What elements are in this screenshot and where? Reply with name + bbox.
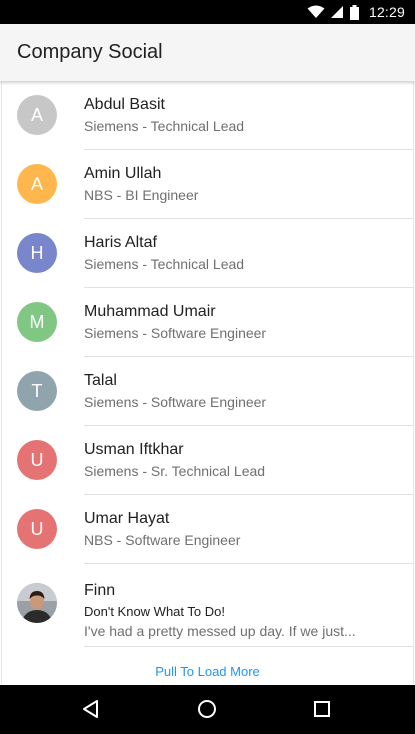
contact-subtitle: Siemens - Technical Lead <box>84 118 245 134</box>
list-item[interactable]: H Haris Altaf Siemens - Technical Lead <box>2 219 413 288</box>
contact-name: Talal <box>84 372 117 389</box>
message-list-item[interactable]: Finn Don't Know What To Do! I've had a p… <box>2 564 413 647</box>
avatar: T <box>17 371 57 411</box>
list-item[interactable]: U Umar Hayat NBS - Software Engineer <box>2 495 413 564</box>
avatar: A <box>17 95 57 135</box>
contact-name: Haris Altaf <box>84 234 157 251</box>
contact-subtitle: NBS - BI Engineer <box>84 187 199 203</box>
contact-name: Amin Ullah <box>84 165 162 182</box>
battery-icon <box>349 4 359 20</box>
divider <box>84 646 413 647</box>
avatar: M <box>17 302 57 342</box>
avatar-photo <box>17 583 57 623</box>
status-bar: 12:29 <box>0 0 415 24</box>
list-item[interactable]: A Amin Ullah NBS - BI Engineer <box>2 150 413 219</box>
contact-name: Umar Hayat <box>84 510 170 527</box>
contact-subtitle: Siemens - Software Engineer <box>84 325 267 341</box>
page-title: Company Social <box>17 41 163 63</box>
avatar: U <box>17 509 57 549</box>
contact-subtitle: Siemens - Software Engineer <box>84 394 267 410</box>
contact-list[interactable]: A Abdul Basit Siemens - Technical Lead A… <box>1 81 414 685</box>
signal-icon <box>330 6 343 18</box>
contact-name: Abdul Basit <box>84 96 165 113</box>
contact-subtitle: Siemens - Technical Lead <box>84 256 245 272</box>
contact-name: Usman Iftkhar <box>84 441 184 458</box>
contact-name: Finn <box>84 582 116 599</box>
wifi-icon <box>307 5 325 18</box>
person-photo-icon <box>17 583 57 623</box>
app-bar: Company Social <box>0 24 415 81</box>
contact-subtitle: NBS - Software Engineer <box>84 532 241 548</box>
message-preview: I've had a pretty messed up day. If we j… <box>84 623 356 639</box>
status-icons: 12:29 <box>307 0 405 24</box>
avatar: H <box>17 233 57 273</box>
contact-subtitle: Siemens - Sr. Technical Lead <box>84 463 266 479</box>
avatar: A <box>17 164 57 204</box>
status-time: 12:29 <box>368 4 405 20</box>
list-item[interactable]: U Usman Iftkhar Siemens - Sr. Technical … <box>2 426 413 495</box>
back-triangle-icon[interactable] <box>79 697 103 721</box>
navigation-bar <box>0 685 415 734</box>
contact-name: Muhammad Umair <box>84 303 216 320</box>
avatar: U <box>17 440 57 480</box>
home-circle-icon[interactable] <box>195 697 219 721</box>
message-title: Don't Know What To Do! <box>84 604 225 619</box>
recents-square-icon[interactable] <box>310 697 334 721</box>
list-item[interactable]: A Abdul Basit Siemens - Technical Lead <box>2 81 413 150</box>
list-item[interactable]: T Talal Siemens - Software Engineer <box>2 357 413 426</box>
load-more-link[interactable]: Pull To Load More <box>2 664 413 679</box>
list-item[interactable]: M Muhammad Umair Siemens - Software Engi… <box>2 288 413 357</box>
